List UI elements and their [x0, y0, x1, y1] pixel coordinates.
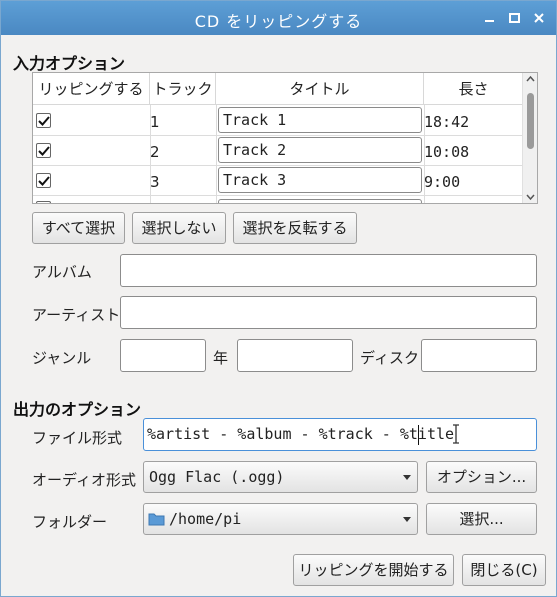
maximize-icon[interactable]	[506, 9, 524, 27]
folder-icon	[148, 513, 165, 526]
track-table[interactable]: リッピングする トラック タイトル 長さ 1 Track 1 18:42 2 T…	[32, 72, 538, 204]
track-number: 1	[150, 113, 160, 131]
output-options-heading: 出力のオプション	[13, 400, 142, 419]
table-scrollbar[interactable]	[522, 73, 537, 203]
column-header-length[interactable]: 長さ	[424, 73, 523, 105]
scroll-up-icon	[526, 75, 535, 82]
track-length: 9:00	[424, 173, 461, 191]
audio-format-label: オーディオ形式	[32, 471, 136, 489]
start-ripping-button[interactable]: リッピングを開始する	[293, 554, 454, 586]
close-button[interactable]: 閉じる(C)	[462, 554, 546, 586]
track-title-input[interactable]: Track 3	[218, 167, 422, 193]
rip-checkbox-partial	[36, 201, 51, 203]
check-icon	[38, 146, 50, 156]
track-title-input-partial	[218, 199, 422, 203]
invert-selection-button[interactable]: 選択を反転する	[233, 212, 357, 244]
column-header-track[interactable]: トラック	[150, 73, 216, 105]
album-label: アルバム	[32, 263, 92, 281]
artist-field[interactable]	[120, 296, 537, 329]
check-icon	[38, 176, 50, 186]
audio-format-dropdown[interactable]: Ogg Flac (.ogg)	[143, 461, 418, 493]
window-title: CD をリッピングする	[194, 12, 363, 31]
column-header-title[interactable]: タイトル	[216, 73, 424, 105]
column-header-rip[interactable]: リッピングする	[33, 73, 150, 105]
track-number: 2	[150, 143, 160, 161]
title-bar: CD をリッピングする	[1, 1, 556, 35]
disc-field[interactable]	[421, 339, 537, 372]
check-icon	[38, 116, 50, 126]
chevron-down-icon	[403, 475, 411, 480]
rip-checkbox[interactable]	[36, 143, 51, 158]
select-all-button[interactable]: すべて選択	[32, 212, 125, 244]
year-field[interactable]	[237, 339, 353, 372]
track-title-input[interactable]: Track 2	[218, 137, 422, 163]
genre-label: ジャンル	[32, 349, 92, 367]
folder-label: フォルダー	[32, 513, 108, 531]
genre-field[interactable]	[120, 339, 206, 372]
scroll-down-icon	[526, 194, 535, 201]
input-options-heading: 入力オプション	[13, 54, 126, 73]
text-caret	[418, 425, 419, 445]
folder-dropdown[interactable]: /home/pi	[143, 503, 418, 535]
file-format-label: ファイル形式	[32, 429, 123, 447]
format-options-button[interactable]: オプション...	[426, 461, 537, 493]
rip-cd-dialog: CD をリッピングする 入力オプション リッピングする トラック タイトル 長さ…	[0, 0, 557, 597]
artist-label: アーティスト	[32, 306, 121, 324]
scrollbar-thumb[interactable]	[527, 93, 534, 149]
rip-checkbox[interactable]	[36, 173, 51, 188]
disc-label: ディスク	[360, 349, 419, 367]
text-cursor-icon	[453, 424, 459, 444]
rip-checkbox[interactable]	[36, 113, 51, 128]
chevron-down-icon	[403, 517, 411, 522]
file-format-field[interactable]: %artist - %album - %track - %title	[143, 418, 537, 451]
minimize-icon[interactable]	[481, 9, 499, 27]
album-field[interactable]	[120, 254, 537, 287]
track-length: 18:42	[424, 113, 470, 131]
year-label: 年	[213, 349, 229, 367]
track-length: 10:08	[424, 143, 470, 161]
browse-folder-button[interactable]: 選択...	[426, 503, 537, 535]
track-title-input[interactable]: Track 1	[218, 107, 422, 133]
track-number: 3	[150, 173, 160, 191]
select-none-button[interactable]: 選択しない	[132, 212, 226, 244]
close-icon[interactable]	[531, 9, 549, 27]
